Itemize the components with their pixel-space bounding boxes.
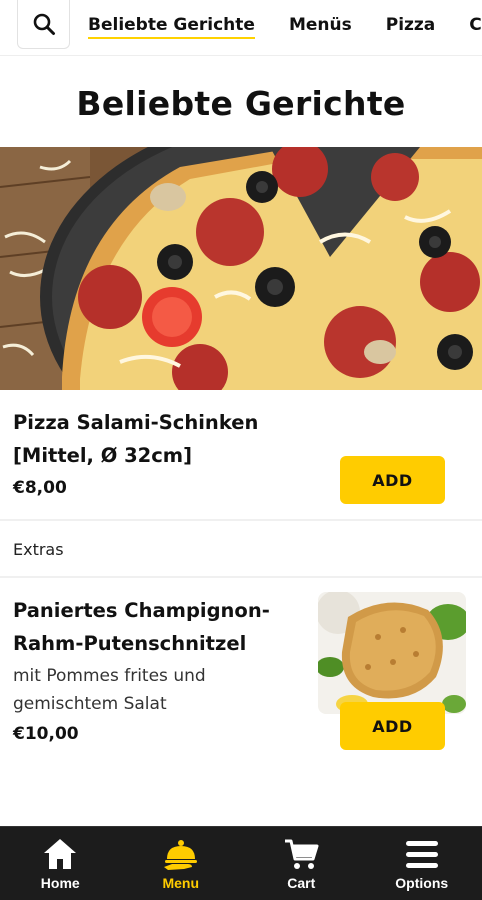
dish-price: €10,00 (13, 724, 79, 744)
extras-label[interactable]: Extras (13, 540, 64, 559)
hamburger-icon (404, 835, 440, 873)
nav-menu[interactable]: Menu (121, 827, 242, 900)
category-bar: Beliebte Gerichte Menüs Pizza Cal (0, 0, 482, 56)
tab-cal[interactable]: Cal (469, 0, 482, 49)
nav-options[interactable]: Options (362, 827, 482, 900)
nav-cart[interactable]: Cart (241, 827, 362, 900)
pizza-illustration (0, 147, 482, 390)
tab-beliebte-gerichte[interactable]: Beliebte Gerichte (88, 0, 255, 49)
schnitzel-image[interactable] (318, 592, 466, 714)
dish-description-line-2: gemischtem Salat (13, 694, 167, 714)
divider (0, 519, 482, 521)
add-to-cart-button[interactable]: ADD (340, 702, 445, 750)
tab-pizza[interactable]: Pizza (386, 0, 436, 49)
pizza-image[interactable] (0, 147, 482, 390)
dish-size[interactable]: [Mittel, Ø 32cm] (13, 440, 192, 471)
nav-options-label: Options (395, 875, 449, 891)
dish-name-line-2[interactable]: Rahm-Putenschnitzel (13, 628, 246, 659)
add-to-cart-button[interactable]: ADD (340, 456, 445, 504)
section-title: Beliebte Gerichte (76, 84, 406, 123)
menu-cloche-icon (162, 835, 200, 873)
search-button[interactable] (17, 0, 70, 49)
category-tabs: Beliebte Gerichte Menüs Pizza Cal (88, 0, 482, 49)
divider (0, 576, 482, 578)
tab-menues[interactable]: Menüs (289, 0, 352, 49)
nav-menu-label: Menu (162, 875, 200, 891)
schnitzel-illustration (318, 592, 466, 714)
dish-name[interactable]: Pizza Salami-Schinken (13, 407, 258, 438)
bottom-navigation: Home Menu Cart Options (0, 826, 482, 900)
nav-cart-label: Cart (287, 875, 316, 891)
cart-icon (283, 835, 319, 873)
home-icon (42, 835, 78, 873)
search-icon (33, 13, 55, 35)
dish-description: mit Pommes frites und (13, 666, 206, 686)
nav-home[interactable]: Home (0, 827, 121, 900)
dish-price: €8,00 (13, 478, 67, 498)
nav-home-label: Home (40, 875, 80, 891)
dish-name[interactable]: Paniertes Champignon- (13, 595, 270, 626)
